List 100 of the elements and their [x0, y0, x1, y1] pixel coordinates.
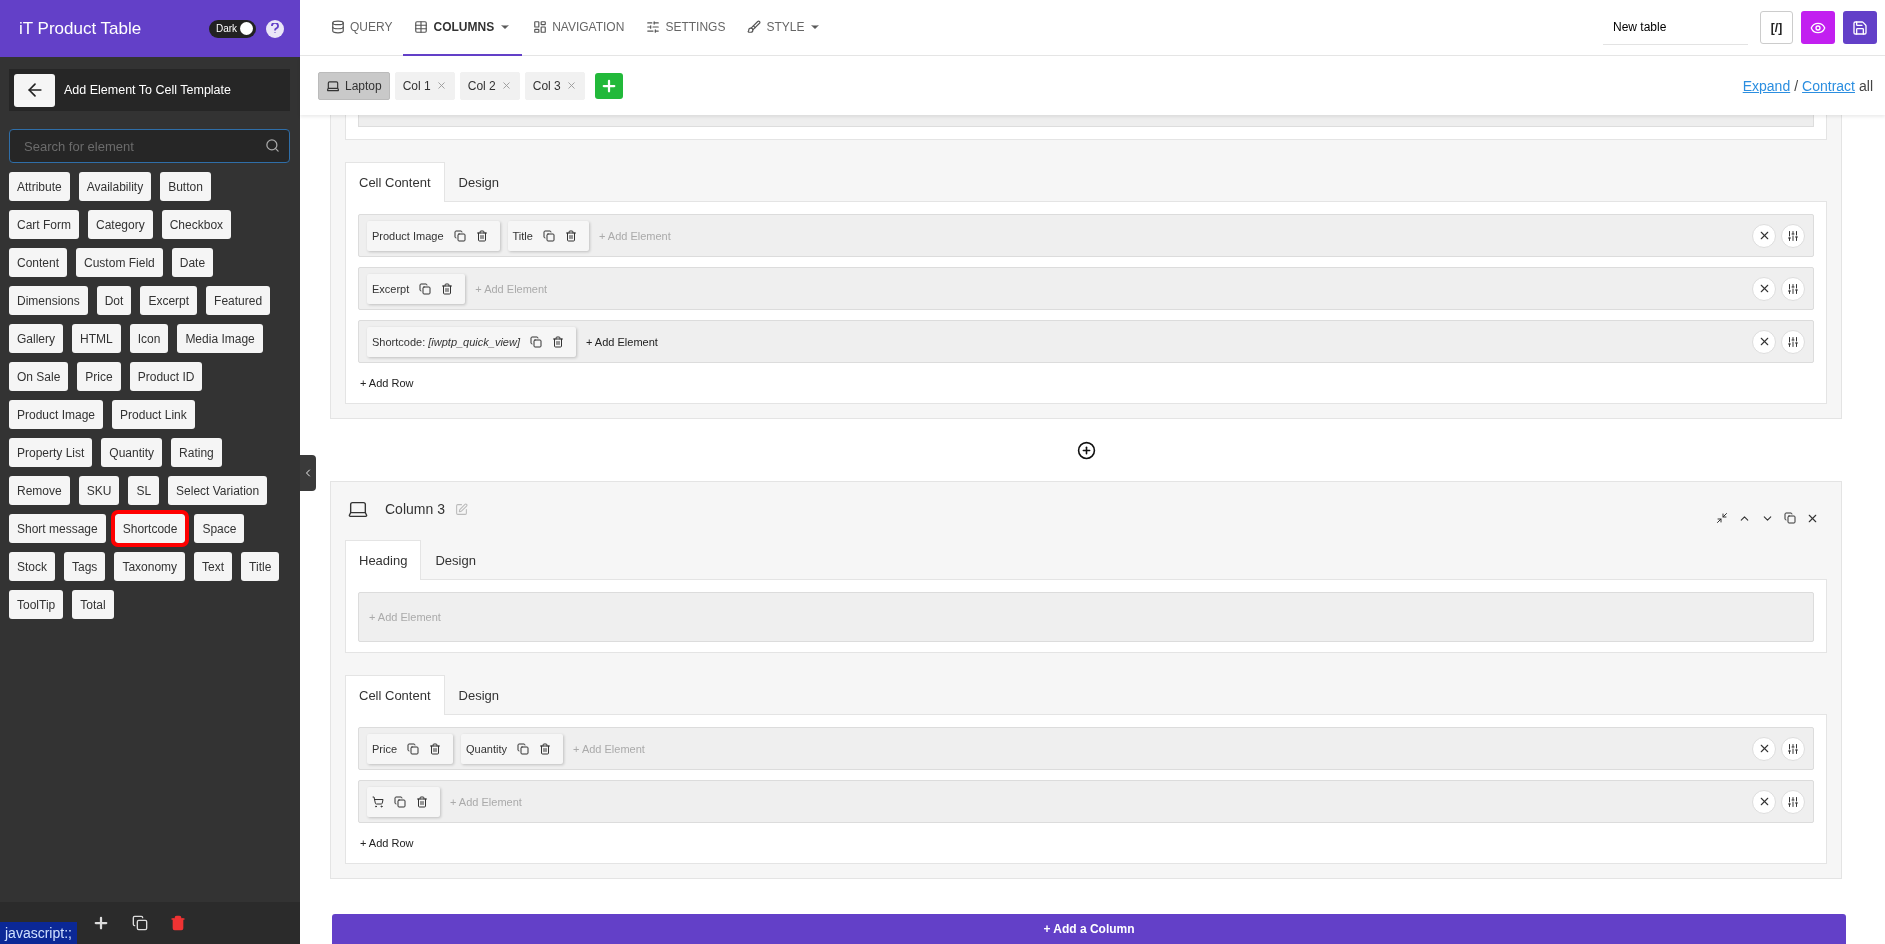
add-column-button[interactable]: + Add a Column: [332, 914, 1846, 944]
element-chip[interactable]: Cart Form: [9, 210, 79, 239]
element-chip[interactable]: Category: [88, 210, 153, 239]
element-chip[interactable]: Total: [72, 590, 114, 619]
nav-tab[interactable]: STYLE: [736, 0, 833, 56]
row-settings-button[interactable]: [1781, 276, 1805, 301]
trash-icon[interactable]: [475, 229, 488, 242]
remove-row-button[interactable]: [1752, 789, 1776, 814]
nav-tab[interactable]: NAVIGATION: [522, 0, 636, 56]
cell-element[interactable]: Price: [367, 733, 454, 764]
nav-tab[interactable]: SETTINGS: [635, 0, 737, 56]
remove-row-button[interactable]: [1752, 329, 1776, 354]
trash-icon[interactable]: [539, 742, 552, 755]
contract-link[interactable]: Contract: [1802, 77, 1855, 94]
row-settings-button[interactable]: [1781, 736, 1805, 761]
add-icon[interactable]: [92, 914, 110, 932]
copy-icon[interactable]: [1784, 511, 1796, 524]
remove-row-button[interactable]: [1752, 223, 1776, 248]
copy-icon[interactable]: [394, 795, 406, 808]
trash-icon[interactable]: [416, 795, 428, 808]
element-chip[interactable]: Taxonomy: [114, 552, 186, 581]
element-chip[interactable]: Space: [194, 514, 245, 543]
back-button[interactable]: [14, 73, 55, 107]
cell-element[interactable]: Title: [507, 220, 589, 251]
trash-icon[interactable]: [564, 229, 577, 242]
cell-element[interactable]: Quantity: [461, 733, 564, 764]
element-chip[interactable]: Excerpt: [140, 286, 198, 315]
copy-icon[interactable]: [407, 742, 420, 755]
shortcode-button[interactable]: [/]: [1760, 11, 1793, 44]
device-tab[interactable]: Col 3: [524, 71, 585, 100]
element-chip[interactable]: Button: [160, 172, 211, 201]
element-chip[interactable]: Rating: [171, 438, 222, 467]
add-row-link[interactable]: + Add Row: [358, 373, 1814, 393]
panel-tab[interactable]: Design: [421, 540, 490, 580]
row-settings-button[interactable]: [1781, 223, 1805, 248]
cell-element[interactable]: Product Image: [367, 220, 500, 251]
trash-icon[interactable]: [552, 335, 564, 348]
copy-icon[interactable]: [530, 335, 542, 348]
preview-button[interactable]: [1801, 11, 1835, 44]
save-button[interactable]: [1843, 11, 1877, 44]
row-settings-button[interactable]: [1781, 789, 1805, 814]
element-chip[interactable]: Short message: [9, 514, 106, 543]
copy-icon[interactable]: [453, 229, 466, 242]
trash-icon[interactable]: [441, 282, 454, 295]
copy-icon[interactable]: [517, 742, 530, 755]
panel-tab[interactable]: Cell Content: [345, 162, 445, 202]
copy-icon[interactable]: [419, 282, 432, 295]
element-chip[interactable]: Content: [9, 248, 68, 277]
nav-tab[interactable]: QUERY: [320, 0, 404, 56]
element-chip[interactable]: Custom Field: [76, 248, 163, 277]
element-chip[interactable]: SL: [128, 476, 160, 505]
cell-element[interactable]: Shortcode: [iwptp_quick_view]: [367, 326, 576, 357]
element-chip[interactable]: Title: [241, 552, 280, 581]
element-chip[interactable]: Product Image: [9, 400, 104, 429]
element-chip[interactable]: Tags: [64, 552, 106, 581]
element-chip[interactable]: Quantity: [101, 438, 163, 467]
element-chip[interactable]: Remove: [9, 476, 70, 505]
add-column-tab-button[interactable]: [594, 72, 623, 99]
cell-element[interactable]: [367, 786, 440, 817]
element-chip[interactable]: Featured: [206, 286, 271, 315]
panel-tab[interactable]: Heading: [345, 540, 422, 580]
element-chip[interactable]: Attribute: [9, 172, 70, 201]
element-chip[interactable]: Product ID: [129, 362, 203, 391]
cell-element[interactable]: Excerpt: [367, 273, 466, 304]
device-tab[interactable]: Laptop: [318, 71, 390, 100]
element-chip[interactable]: Price: [77, 362, 121, 391]
element-chip[interactable]: Date: [171, 248, 214, 277]
element-chip[interactable]: On Sale: [9, 362, 69, 391]
element-chip[interactable]: Icon: [129, 324, 169, 353]
help-icon[interactable]: [266, 19, 284, 38]
collapse-icon[interactable]: [1716, 511, 1728, 524]
device-tab[interactable]: Col 1: [394, 71, 455, 100]
element-chip[interactable]: Property List: [9, 438, 93, 467]
element-chip[interactable]: Text: [194, 552, 233, 581]
element-chip[interactable]: Stock: [9, 552, 55, 581]
panel-tab[interactable]: Design: [444, 162, 513, 202]
copy-icon[interactable]: [542, 229, 555, 242]
add-element-link[interactable]: + Add Element: [586, 335, 658, 348]
collapse-handle[interactable]: [300, 455, 316, 491]
element-chip[interactable]: Media Image: [177, 324, 263, 353]
remove-row-button[interactable]: [1752, 736, 1776, 761]
insert-column-icon[interactable]: [1076, 440, 1096, 460]
element-chip[interactable]: SKU: [78, 476, 120, 505]
element-chip[interactable]: Product Link: [112, 400, 195, 429]
row-settings-button[interactable]: [1781, 329, 1805, 354]
panel-tab[interactable]: Design: [444, 675, 513, 715]
expand-link[interactable]: Expand: [1742, 77, 1791, 94]
search-field[interactable]: Search for element: [9, 129, 290, 163]
element-chip[interactable]: Dimensions: [9, 286, 88, 315]
panel-tab[interactable]: Cell Content: [345, 675, 445, 715]
copy-icon[interactable]: [132, 915, 148, 931]
nav-tab[interactable]: COLUMNS: [403, 0, 523, 56]
element-chip[interactable]: HTML: [72, 324, 121, 353]
device-tab[interactable]: Col 2: [459, 71, 520, 100]
trash-icon[interactable]: [429, 742, 442, 755]
element-chip[interactable]: ToolTip: [9, 590, 64, 619]
element-chip[interactable]: Checkbox: [161, 210, 232, 239]
element-chip[interactable]: Select Variation: [168, 476, 268, 505]
add-row-link[interactable]: + Add Row: [358, 833, 1814, 853]
remove-row-button[interactable]: [1752, 276, 1776, 301]
